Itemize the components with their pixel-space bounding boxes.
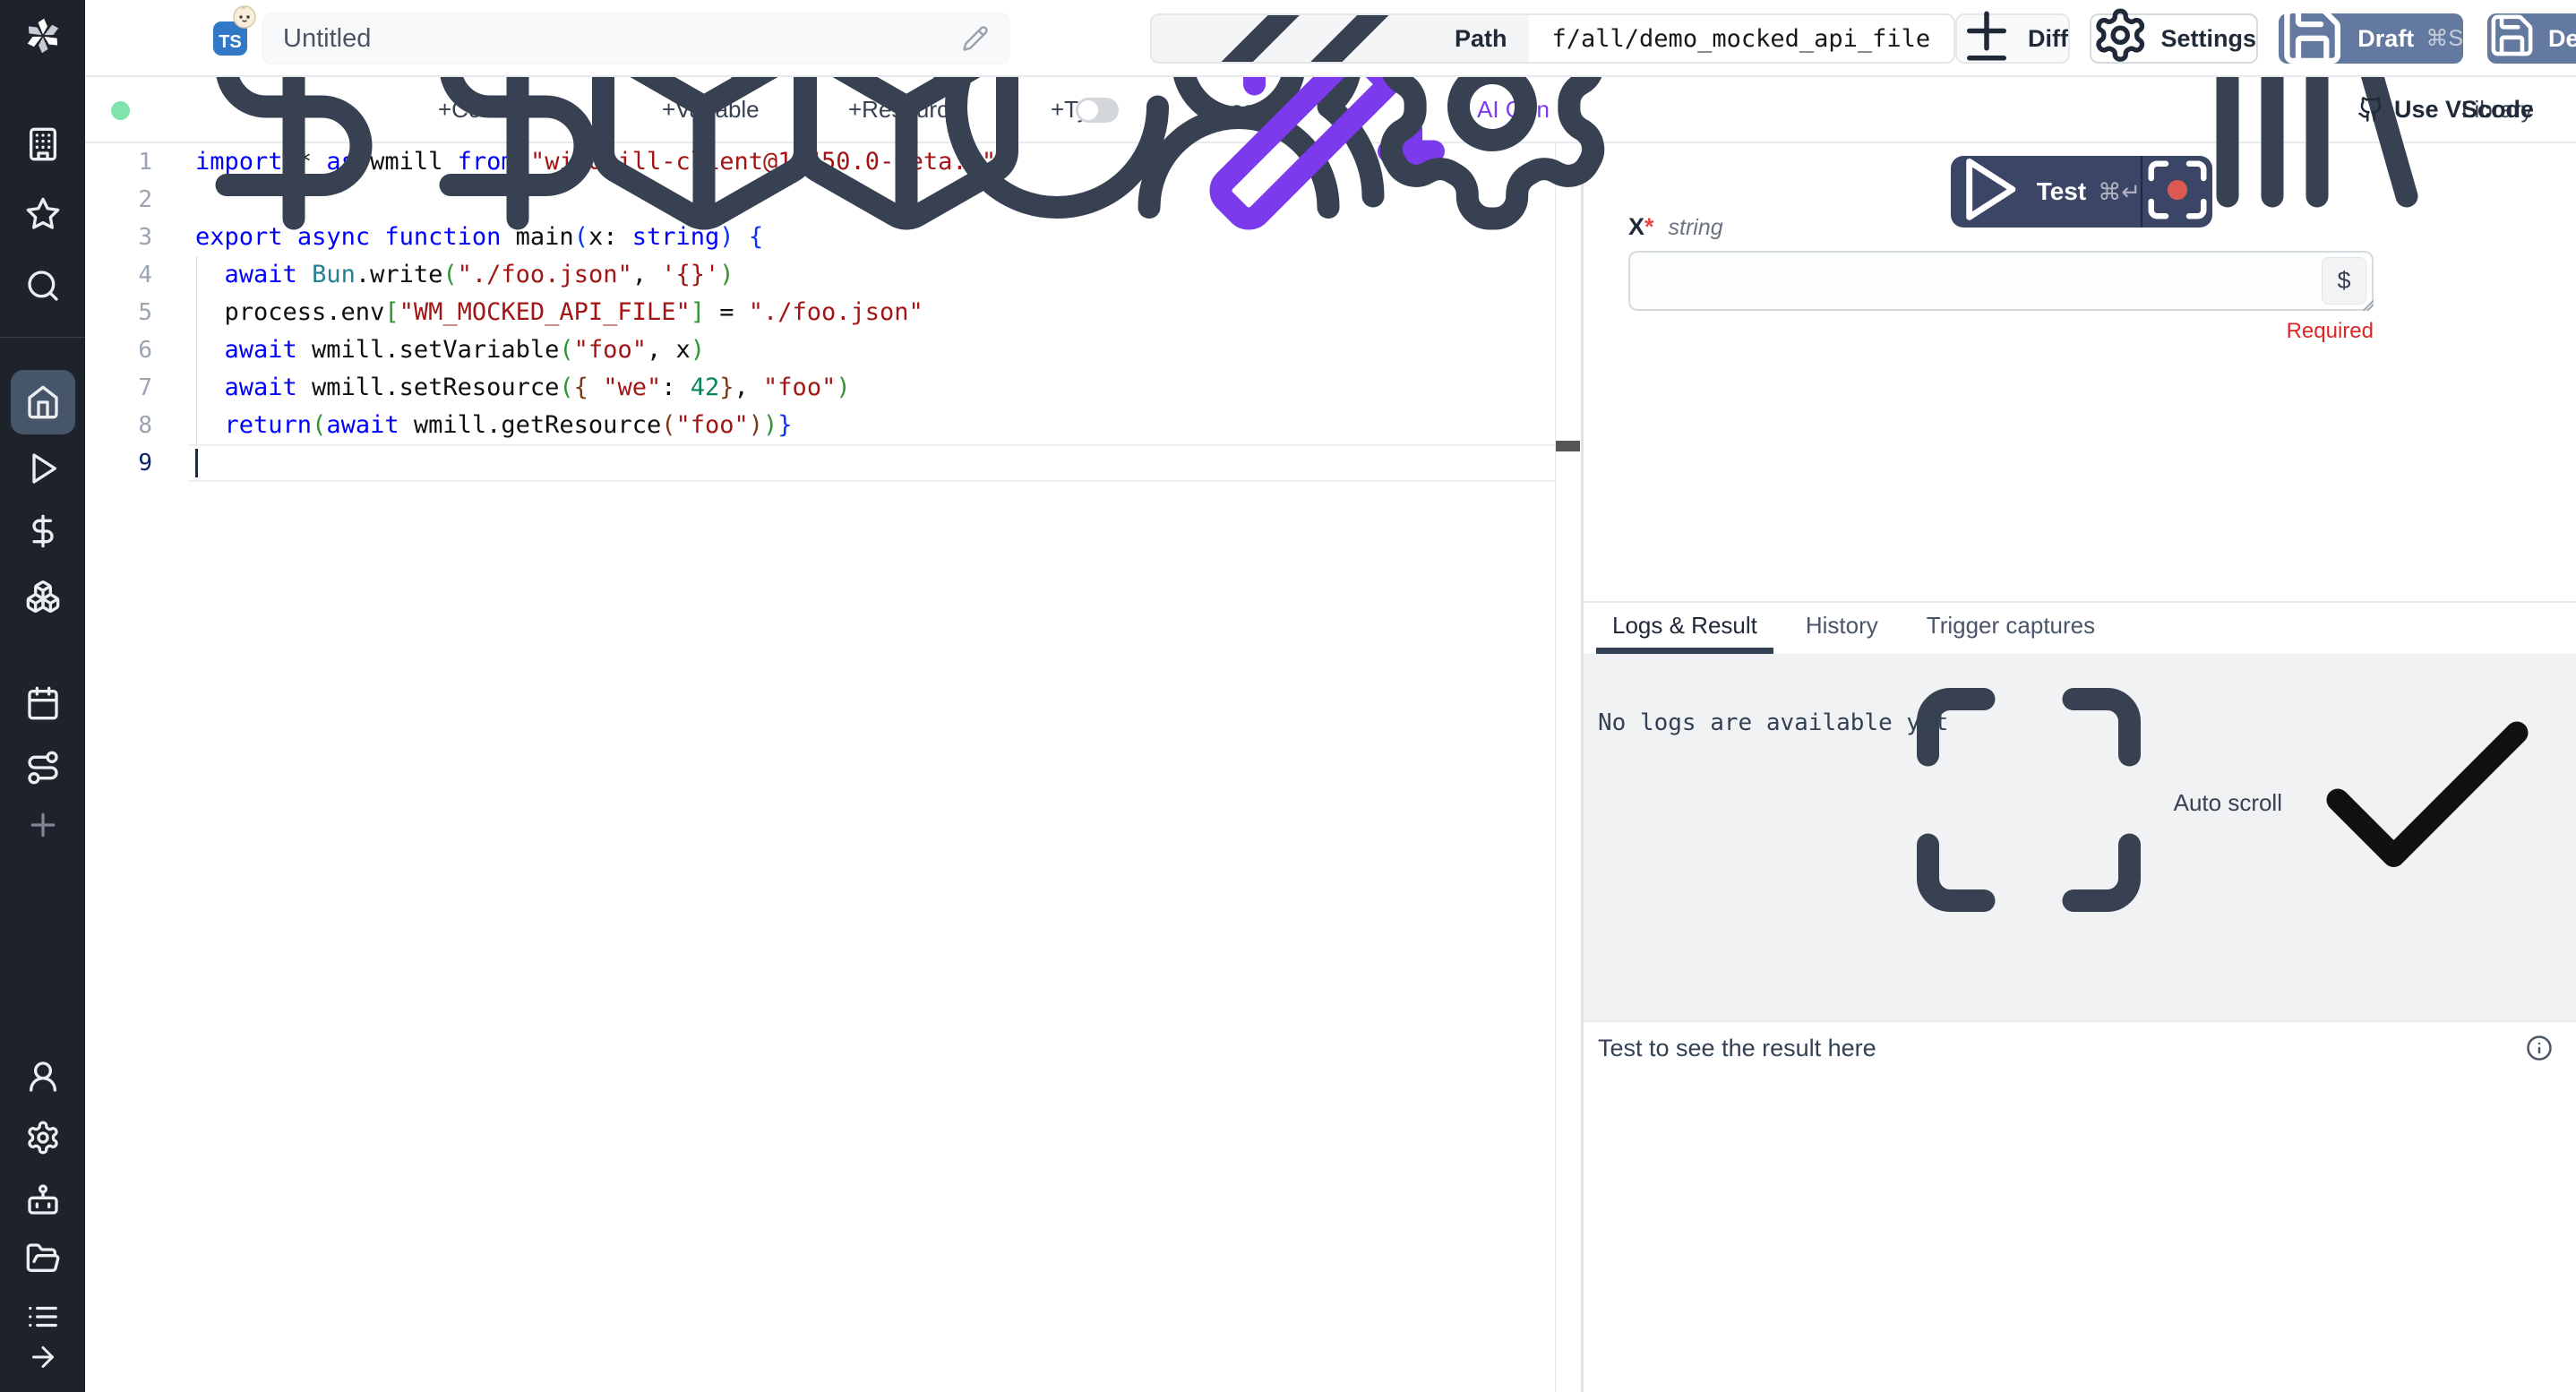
diff-label: Diff: [2028, 25, 2068, 53]
argument-input-wrap: $: [1628, 251, 2374, 311]
argument-name: X: [1628, 213, 1644, 240]
tab-trigger-captures[interactable]: Trigger captures: [1911, 603, 2111, 654]
use-vscode-label: Use VScode: [2394, 96, 2534, 124]
test-label: Test: [2037, 177, 2087, 206]
search-icon[interactable]: [25, 268, 61, 304]
line-number: 4: [85, 256, 152, 294]
code-line: await wmill.setResource({ "we": 42}, "fo…: [195, 369, 996, 407]
topbar: TS Untitled Path f/all/demo_mocked_api_f…: [85, 0, 2576, 77]
use-vscode-button[interactable]: Use VScode: [2357, 77, 2534, 142]
argument-header: X* string: [1628, 213, 1723, 241]
windmill-script-editor: TS Untitled Path f/all/demo_mocked_api_f…: [0, 0, 2576, 1392]
variables-icon[interactable]: [25, 513, 61, 549]
line-number: 9: [85, 444, 152, 482]
argument-x-input[interactable]: [1639, 256, 2266, 305]
auto-scroll-toggle[interactable]: Auto scroll: [1894, 666, 2562, 941]
test-button-group: Test ⌘↵: [1951, 156, 2212, 228]
routes-icon[interactable]: [25, 750, 61, 786]
settings-button[interactable]: Settings: [2090, 13, 2258, 64]
line-number: 5: [85, 294, 152, 331]
overview-ruler-cursor-marker: [1556, 441, 1580, 451]
resources-icon[interactable]: [25, 579, 61, 614]
line-number: 3: [85, 219, 152, 256]
check-icon: [2293, 666, 2562, 941]
path-value: f/all/demo_mocked_api_file: [1529, 15, 1954, 62]
windmill-logo-icon[interactable]: [23, 16, 63, 56]
resize-grip-icon[interactable]: [2356, 293, 2375, 313]
required-asterisk: *: [1644, 213, 1654, 240]
sidebar: [0, 0, 85, 1392]
schedules-icon[interactable]: [25, 685, 61, 721]
favorites-icon[interactable]: [25, 196, 61, 232]
expand-sidebar-icon[interactable]: [27, 1341, 59, 1373]
text-cursor: [195, 449, 198, 477]
line-number: 1: [85, 143, 152, 181]
user-icon[interactable]: [25, 1059, 61, 1095]
info-icon[interactable]: [2526, 1035, 2553, 1061]
sidebar-item-home[interactable]: [11, 370, 75, 434]
no-logs-message: No logs are available yet: [1598, 709, 1948, 736]
path-label: Path: [1455, 25, 1507, 53]
workspace-settings-icon[interactable]: [25, 1120, 61, 1156]
lsp-status-dot: [111, 101, 130, 120]
path-editor[interactable]: Path f/all/demo_mocked_api_file: [1150, 13, 1955, 64]
line-number-gutter: 123456789: [85, 143, 152, 482]
script-title-field[interactable]: Untitled: [262, 13, 1009, 64]
line-number: 2: [85, 181, 152, 219]
workspace-icon[interactable]: [25, 126, 61, 162]
draft-label: Draft: [2357, 25, 2414, 53]
audit-logs-icon[interactable]: [26, 1300, 60, 1334]
tab-history[interactable]: History: [1790, 603, 1894, 654]
save-icon: [2487, 11, 2537, 66]
line-number: 6: [85, 331, 152, 369]
line-number: 7: [85, 369, 152, 407]
play-icon: [1951, 156, 2025, 228]
gear-icon: [2091, 6, 2149, 70]
expand-logs-icon[interactable]: [1894, 666, 2163, 941]
runs-icon[interactable]: [25, 451, 61, 486]
result-placeholder: Test to see the result here: [1598, 1035, 1876, 1062]
edit-path-icon: [1173, 13, 1442, 64]
code-editor[interactable]: 123456789 import * as wmill from "windmi…: [85, 143, 1581, 1392]
edit-title-icon[interactable]: [962, 25, 989, 52]
deploy-label: Deploy: [2548, 25, 2576, 53]
settings-label: Settings: [2160, 25, 2256, 53]
deploy-button[interactable]: Deploy: [2487, 13, 2576, 64]
workers-icon[interactable]: [25, 1181, 61, 1217]
logs-panel: Auto scroll No logs are available yet: [1584, 654, 2576, 1020]
diff-button[interactable]: Diff: [1955, 13, 2070, 64]
code-line: await Bun.write("./foo.json", '{}'): [195, 256, 996, 294]
path-label-section[interactable]: Path: [1152, 15, 1529, 62]
tab-logs-result[interactable]: Logs & Result: [1596, 603, 1773, 654]
line-number: 8: [85, 407, 152, 444]
argument-type: string: [1669, 215, 1723, 241]
required-warning: Required: [1628, 319, 2374, 344]
save-icon: [2279, 2, 2346, 75]
github-icon: [2357, 96, 2384, 123]
overview-ruler: [1555, 143, 1556, 1392]
editor-settings-button[interactable]: [1358, 77, 1627, 142]
result-tabs: Logs & Result History Trigger captures: [1584, 601, 2576, 654]
auto-scroll-label: Auto scroll: [2174, 789, 2282, 817]
test-shortcut: ⌘↵: [2098, 178, 2141, 206]
editor-toolbar: +Context var +Variable +Resource +Type R…: [85, 77, 2576, 143]
multiplayer-toggle[interactable]: [1076, 98, 1119, 123]
diff-icon: [1957, 6, 2016, 72]
test-button[interactable]: Test ⌘↵: [1951, 156, 2141, 228]
result-panel: Test to see the result here: [1584, 1020, 2576, 1392]
add-menu-icon[interactable]: [25, 807, 61, 843]
preview-panel: Test ⌘↵ X* string $ Required Logs & Resu…: [1584, 143, 2576, 1392]
save-draft-button[interactable]: Draft ⌘S: [2279, 13, 2463, 64]
code-line: return(await wmill.getResource("foo"))}: [195, 407, 996, 444]
code-line: [195, 444, 996, 482]
code-line: await wmill.setVariable("foo", x): [195, 331, 996, 369]
folders-icon[interactable]: [25, 1241, 61, 1276]
draft-shortcut: ⌘S: [2426, 25, 2463, 52]
sidebar-divider: [0, 337, 85, 338]
home-icon: [25, 384, 61, 420]
code-line: process.env["WM_MOCKED_API_FILE"] = "./f…: [195, 294, 996, 331]
bun-runtime-badge-icon: [233, 5, 256, 29]
script-title: Untitled: [283, 24, 962, 54]
